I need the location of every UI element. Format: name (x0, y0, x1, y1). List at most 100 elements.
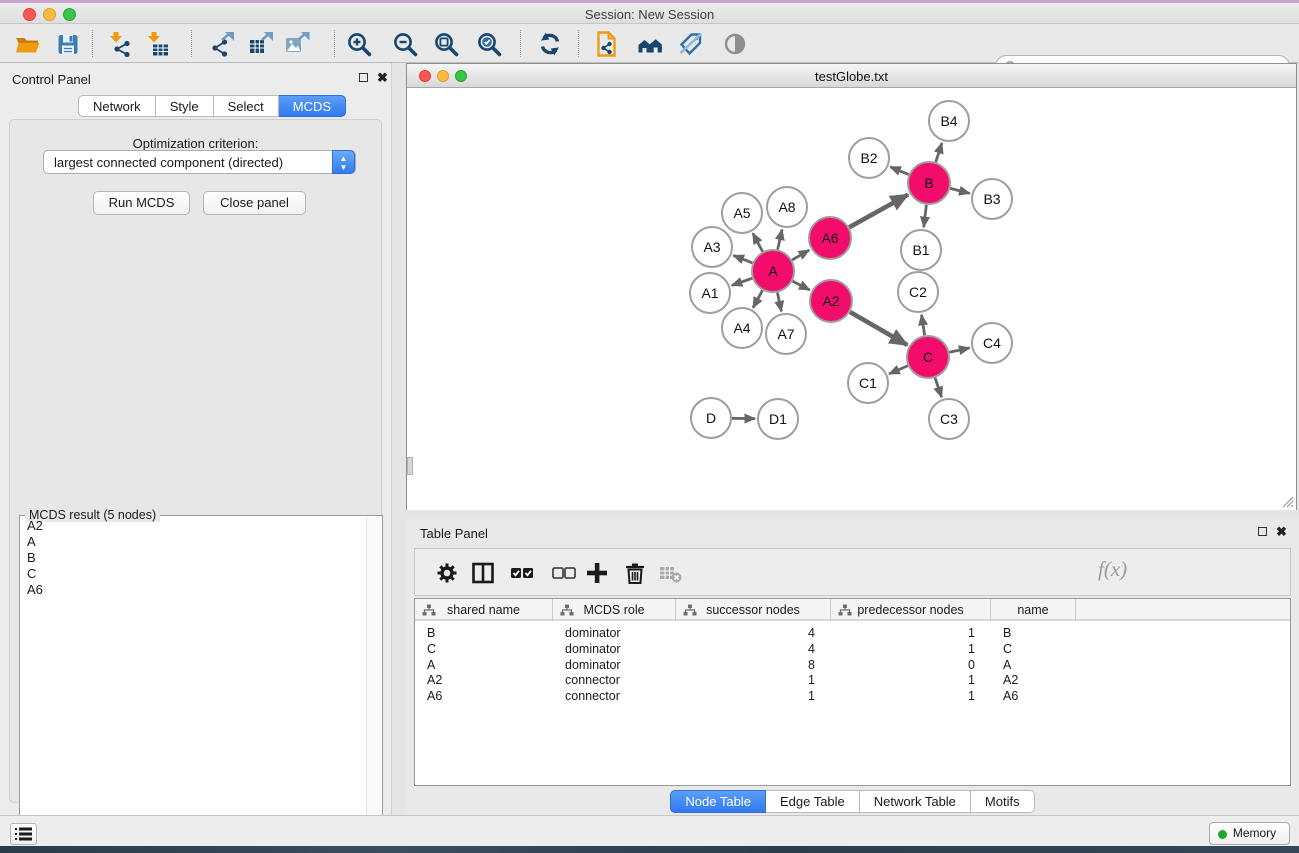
unselect-all-columns-icon[interactable] (552, 561, 576, 585)
graph-edge-A-A7[interactable] (777, 293, 781, 312)
table-settings-icon[interactable] (435, 561, 459, 585)
export-table-icon[interactable] (248, 31, 274, 57)
tab-edge-table[interactable]: Edge Table (766, 790, 860, 813)
delete-table-icon[interactable] (658, 561, 682, 585)
result-item[interactable]: A (21, 533, 367, 549)
table-cell[interactable]: B (427, 625, 551, 641)
network-from-selection-icon[interactable] (594, 31, 620, 57)
column-options-icon[interactable] (471, 561, 495, 585)
graph-edge-B-B4[interactable] (936, 143, 942, 162)
result-item[interactable]: A2 (21, 517, 367, 533)
graph-edge-A-A4[interactable] (753, 290, 763, 307)
graph-edge-C-C1[interactable] (889, 366, 908, 374)
table-cell[interactable]: 8 (676, 657, 815, 673)
table-cell[interactable]: 1 (676, 672, 815, 688)
graph-node-A[interactable]: A (752, 250, 794, 292)
column-header-predecessor-nodes[interactable]: predecessor nodes (831, 599, 991, 621)
table-cell[interactable]: 1 (831, 688, 975, 704)
zoom-selected-icon[interactable] (476, 31, 502, 57)
graph-node-A4[interactable]: A4 (722, 308, 762, 348)
optimization-criterion-dropdown[interactable]: largest connected component (directed) ▲… (43, 150, 356, 174)
graph-node-A1[interactable]: A1 (690, 273, 730, 313)
graph-node-B3[interactable]: B3 (972, 179, 1012, 219)
graph-edge-A2-C[interactable] (850, 312, 907, 345)
import-network-icon[interactable] (106, 31, 132, 57)
table-cell[interactable]: dominator (565, 625, 674, 641)
table-cell[interactable]: 1 (676, 688, 815, 704)
tab-network[interactable]: Network (78, 95, 156, 117)
graph-node-C1[interactable]: C1 (848, 363, 888, 403)
graph-edge-B-B1[interactable] (924, 205, 927, 227)
table-cell[interactable]: dominator (565, 657, 674, 673)
network-vertical-scrollbar[interactable] (407, 457, 413, 475)
open-file-icon[interactable] (14, 31, 40, 57)
memory-button[interactable]: Memory (1209, 822, 1290, 845)
column-header-name[interactable]: name (991, 599, 1076, 621)
show-hide-panel-icon[interactable] (722, 31, 748, 57)
graph-edge-A-A5[interactable] (753, 233, 763, 251)
table-cell[interactable]: A2 (1003, 672, 1074, 688)
table-cell[interactable]: A2 (427, 672, 551, 688)
table-cell[interactable]: connector (565, 672, 674, 688)
graph-node-C3[interactable]: C3 (929, 399, 969, 439)
close-panel-button[interactable]: Close panel (203, 191, 306, 215)
network-graph[interactable]: AA1A2A3A4A5A6A7A8BB1B2B3B4CC1C2C3C4DD1 (407, 89, 1296, 510)
graph-node-A3[interactable]: A3 (692, 227, 732, 267)
resize-grip-icon[interactable] (1281, 495, 1294, 508)
zoom-in-icon[interactable] (346, 31, 372, 57)
close-panel-icon[interactable]: ✖ (377, 73, 388, 83)
graph-edge-A-A3[interactable] (733, 255, 752, 263)
export-network-icon[interactable] (209, 31, 235, 57)
save-session-icon[interactable] (55, 31, 81, 57)
graph-edge-A-A2[interactable] (793, 281, 810, 290)
first-neighbors-icon[interactable] (637, 31, 663, 57)
table-float-panel-icon[interactable] (1258, 527, 1267, 536)
tab-select[interactable]: Select (214, 95, 279, 117)
graph-node-A7[interactable]: A7 (766, 314, 806, 354)
mcds-result-list[interactable]: A2ABCA6 (21, 517, 367, 850)
graph-node-C[interactable]: C (907, 336, 949, 378)
graph-edge-C-C4[interactable] (949, 348, 969, 352)
graph-node-A8[interactable]: A8 (767, 187, 807, 227)
delete-column-icon[interactable] (623, 561, 647, 585)
graph-edge-A-A8[interactable] (778, 229, 782, 249)
graph-node-A5[interactable]: A5 (722, 193, 762, 233)
graph-node-A6[interactable]: A6 (809, 217, 851, 259)
table-close-panel-icon[interactable]: ✖ (1276, 527, 1287, 537)
table-cell[interactable]: C (427, 641, 551, 657)
table-cell[interactable]: connector (565, 688, 674, 704)
zoom-fit-icon[interactable] (433, 31, 459, 57)
tab-motifs[interactable]: Motifs (971, 790, 1035, 813)
table-cell[interactable]: 1 (831, 641, 975, 657)
graph-node-C4[interactable]: C4 (972, 323, 1012, 363)
task-history-button[interactable] (10, 823, 37, 845)
create-column-icon[interactable] (585, 561, 609, 585)
graph-node-C2[interactable]: C2 (898, 272, 938, 312)
column-header-successor-nodes[interactable]: successor nodes (676, 599, 831, 621)
result-item[interactable]: B (21, 549, 367, 565)
result-item[interactable]: C (21, 565, 367, 581)
graph-edge-A6-B[interactable] (849, 195, 908, 228)
table-cell[interactable]: A (1003, 657, 1074, 673)
graph-edge-B-B2[interactable] (890, 167, 908, 175)
table-cell[interactable]: A6 (1003, 688, 1074, 704)
apply-layout-icon[interactable] (537, 31, 563, 57)
graph-edge-C-C2[interactable] (921, 315, 924, 336)
tab-mcds[interactable]: MCDS (279, 95, 346, 117)
zoom-out-icon[interactable] (392, 31, 418, 57)
graph-node-D[interactable]: D (691, 398, 731, 438)
table-cell[interactable]: 1 (831, 672, 975, 688)
tab-style[interactable]: Style (156, 95, 214, 117)
column-header-shared-name[interactable]: shared name (415, 599, 553, 621)
table-cell[interactable]: A6 (427, 688, 551, 704)
graph-node-B2[interactable]: B2 (849, 138, 889, 178)
graph-node-B[interactable]: B (908, 162, 950, 204)
graph-edge-C-C3[interactable] (935, 378, 942, 397)
tab-network-table[interactable]: Network Table (860, 790, 971, 813)
network-canvas[interactable]: AA1A2A3A4A5A6A7A8BB1B2B3B4CC1C2C3C4DD1 (407, 89, 1296, 510)
table-cell[interactable]: C (1003, 641, 1074, 657)
import-table-icon[interactable] (144, 31, 170, 57)
float-panel-icon[interactable] (359, 73, 368, 82)
graph-edge-A-A6[interactable] (792, 250, 809, 260)
column-header-MCDS-role[interactable]: MCDS role (553, 599, 676, 621)
